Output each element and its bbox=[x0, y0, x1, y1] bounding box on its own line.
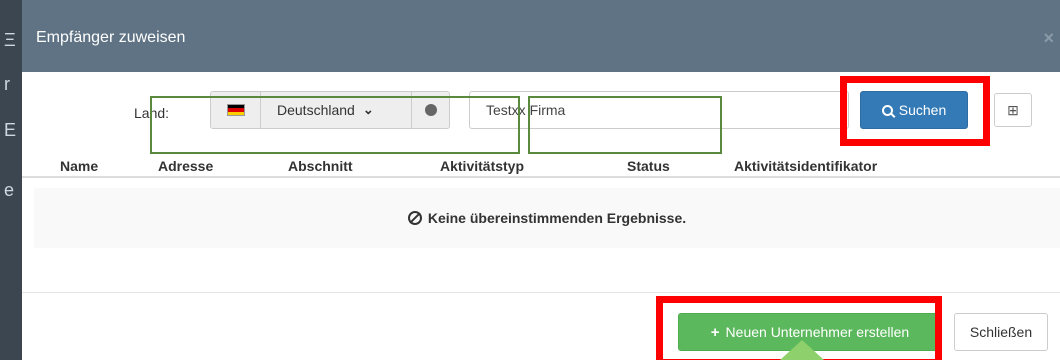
column-header: Abschnitt bbox=[288, 158, 353, 174]
expand-button[interactable]: ⊞ bbox=[994, 93, 1032, 127]
column-header: Aktivitätstyp bbox=[440, 158, 525, 174]
annotation-arrow-icon bbox=[780, 340, 824, 360]
annotation-red-box-search bbox=[840, 76, 990, 146]
column-header: Name bbox=[60, 158, 99, 174]
background-char: e bbox=[4, 180, 15, 200]
annotation-green-box-country bbox=[150, 96, 520, 154]
column-header: Status bbox=[627, 158, 670, 174]
annotation-green-box-name bbox=[528, 96, 722, 154]
empty-results-message: Keine übereinstimmenden Ergebnisse. bbox=[427, 210, 687, 226]
no-entry-icon bbox=[407, 211, 422, 225]
column-header: Adresse bbox=[158, 158, 214, 174]
assign-recipient-dialog: Empfänger zuweisen × Land: Deutschland ⌄… bbox=[22, 0, 1060, 360]
empty-results-row: Keine übereinstimmenden Ergebnisse. bbox=[34, 188, 1060, 248]
background-char: E bbox=[4, 120, 17, 140]
close-button[interactable]: Schließen bbox=[954, 313, 1048, 351]
background-char: r bbox=[4, 74, 10, 94]
plus-square-icon: ⊞ bbox=[1007, 101, 1019, 118]
background-page-edge: Ξ r E e bbox=[0, 0, 22, 360]
background-char: Ξ bbox=[4, 30, 16, 50]
dialog-header: Empfänger zuweisen × bbox=[22, 0, 1060, 72]
close-icon[interactable]: × bbox=[1043, 28, 1054, 49]
column-header: Aktivitätsidentifikator bbox=[734, 158, 878, 174]
dialog-title: Empfänger zuweisen bbox=[36, 29, 186, 46]
